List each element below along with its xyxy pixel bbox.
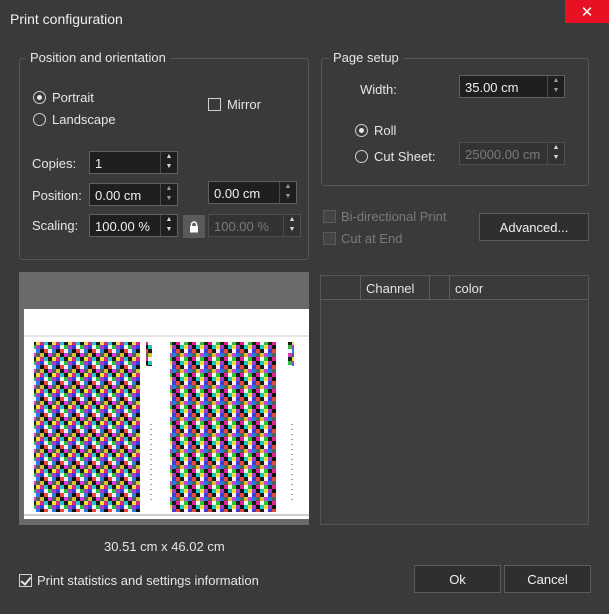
up-arrow-icon[interactable]: ▲ — [548, 76, 564, 86]
marker-strip-left — [146, 342, 152, 366]
cut-at-end-checkbox[interactable]: Cut at End — [323, 231, 402, 246]
portrait-radio[interactable]: Portrait — [33, 90, 94, 105]
print-stats-label: Print statistics and settings informatio… — [37, 573, 259, 588]
preview-canvas — [24, 335, 309, 516]
channel-table[interactable]: Channel color — [320, 275, 589, 525]
scaling-label: Scaling: — [32, 218, 79, 233]
position-x-stepper[interactable]: 0.00 cm ▲ ▼ — [89, 183, 178, 206]
copies-value: 1 — [95, 156, 103, 171]
column-separator[interactable] — [429, 276, 430, 300]
scaling-x-stepper[interactable]: 100.00 % ▲ ▼ — [89, 214, 178, 237]
bidirectional-check-indicator — [323, 210, 336, 223]
scaling-y-stepper[interactable]: 100.00 % ▲ ▼ — [208, 214, 301, 237]
bidirectional-checkbox[interactable]: Bi-directional Print — [323, 209, 447, 224]
ok-button[interactable]: Ok — [414, 565, 501, 593]
position-x-value: 0.00 cm — [95, 188, 142, 203]
position-x-arrows[interactable]: ▲ ▼ — [160, 184, 177, 205]
landscape-radio[interactable]: Landscape — [33, 112, 116, 127]
column-separator[interactable] — [449, 276, 450, 300]
mirror-check-indicator — [208, 98, 221, 111]
color-chart-right — [170, 342, 276, 512]
column-header-channel[interactable]: Channel — [366, 281, 414, 296]
preview-size-text: 30.51 cm x 46.02 cm — [104, 539, 225, 554]
cut-sheet-radio-indicator — [355, 150, 368, 163]
down-arrow-icon[interactable]: ▼ — [161, 194, 177, 204]
scaling-y-arrows[interactable]: ▲ ▼ — [283, 215, 300, 236]
cut-sheet-arrows[interactable]: ▲ ▼ — [547, 143, 564, 164]
portrait-label: Portrait — [52, 90, 94, 105]
column-separator[interactable] — [360, 276, 361, 300]
width-value: 35.00 cm — [465, 80, 519, 95]
marker-strip-right — [288, 342, 294, 366]
roll-radio-indicator — [355, 124, 368, 137]
width-arrows[interactable]: ▲ ▼ — [547, 76, 564, 97]
aspect-lock-button[interactable] — [183, 215, 205, 238]
color-chart-left — [34, 342, 140, 512]
copies-arrows[interactable]: ▲ ▼ — [160, 152, 177, 173]
copies-stepper[interactable]: 1 ▲ ▼ — [89, 151, 178, 174]
mirror-label: Mirror — [227, 97, 261, 112]
up-arrow-icon[interactable]: ▲ — [161, 215, 177, 225]
down-arrow-icon[interactable]: ▼ — [548, 86, 564, 96]
position-orientation-label: Position and orientation — [26, 50, 170, 65]
width-label: Width: — [360, 82, 397, 97]
lock-icon — [190, 220, 198, 232]
roll-radio[interactable]: Roll — [355, 123, 396, 138]
close-button[interactable]: ✕ — [565, 0, 609, 23]
down-arrow-icon[interactable]: ▼ — [280, 192, 296, 202]
position-y-value: 0.00 cm — [214, 186, 261, 201]
print-stats-checkbox[interactable]: Print statistics and settings informatio… — [19, 573, 259, 588]
position-y-stepper[interactable]: 0.00 cm ▲ ▼ — [208, 181, 297, 204]
up-arrow-icon[interactable]: ▲ — [161, 184, 177, 194]
copies-label: Copies: — [32, 156, 77, 171]
cut-sheet-radio[interactable]: Cut Sheet: — [355, 149, 435, 164]
down-arrow-icon[interactable]: ▼ — [161, 162, 177, 172]
up-arrow-icon[interactable]: ▲ — [161, 152, 177, 162]
page-setup-label: Page setup — [329, 50, 403, 65]
advanced-button[interactable]: Advanced... — [479, 213, 589, 241]
portrait-radio-indicator — [33, 91, 46, 104]
cut-sheet-value: 25000.00 cm — [465, 147, 541, 162]
scaling-y-value: 100.00 % — [214, 219, 269, 234]
down-arrow-icon[interactable]: ▼ — [284, 225, 300, 235]
close-icon: ✕ — [580, 3, 594, 21]
mirror-checkbox[interactable]: Mirror — [208, 97, 261, 112]
up-arrow-icon[interactable]: ▲ — [284, 215, 300, 225]
up-arrow-icon[interactable]: ▲ — [548, 143, 564, 153]
bidirectional-label: Bi-directional Print — [341, 209, 447, 224]
scaling-x-arrows[interactable]: ▲ ▼ — [160, 215, 177, 236]
position-label: Position: — [32, 188, 82, 203]
cut-at-end-check-indicator — [323, 232, 336, 245]
window-title: Print configuration — [10, 11, 123, 27]
print-preview — [19, 272, 309, 525]
cut-sheet-stepper[interactable]: 25000.00 cm ▲ ▼ — [459, 142, 565, 165]
roll-label: Roll — [374, 123, 397, 138]
cancel-button[interactable]: Cancel — [504, 565, 591, 593]
position-y-arrows[interactable]: ▲ ▼ — [279, 182, 296, 203]
cut-at-end-label: Cut at End — [341, 231, 403, 246]
cut-sheet-label: Cut Sheet: — [374, 149, 436, 164]
down-arrow-icon[interactable]: ▼ — [548, 153, 564, 163]
scaling-x-value: 100.00 % — [95, 219, 150, 234]
landscape-radio-indicator — [33, 113, 46, 126]
print-stats-check-indicator — [19, 574, 32, 587]
column-header-color[interactable]: color — [455, 281, 483, 296]
landscape-label: Landscape — [52, 112, 116, 127]
width-stepper[interactable]: 35.00 cm ▲ ▼ — [459, 75, 565, 98]
down-arrow-icon[interactable]: ▼ — [161, 225, 177, 235]
up-arrow-icon[interactable]: ▲ — [280, 182, 296, 192]
media-sheet — [24, 309, 309, 519]
